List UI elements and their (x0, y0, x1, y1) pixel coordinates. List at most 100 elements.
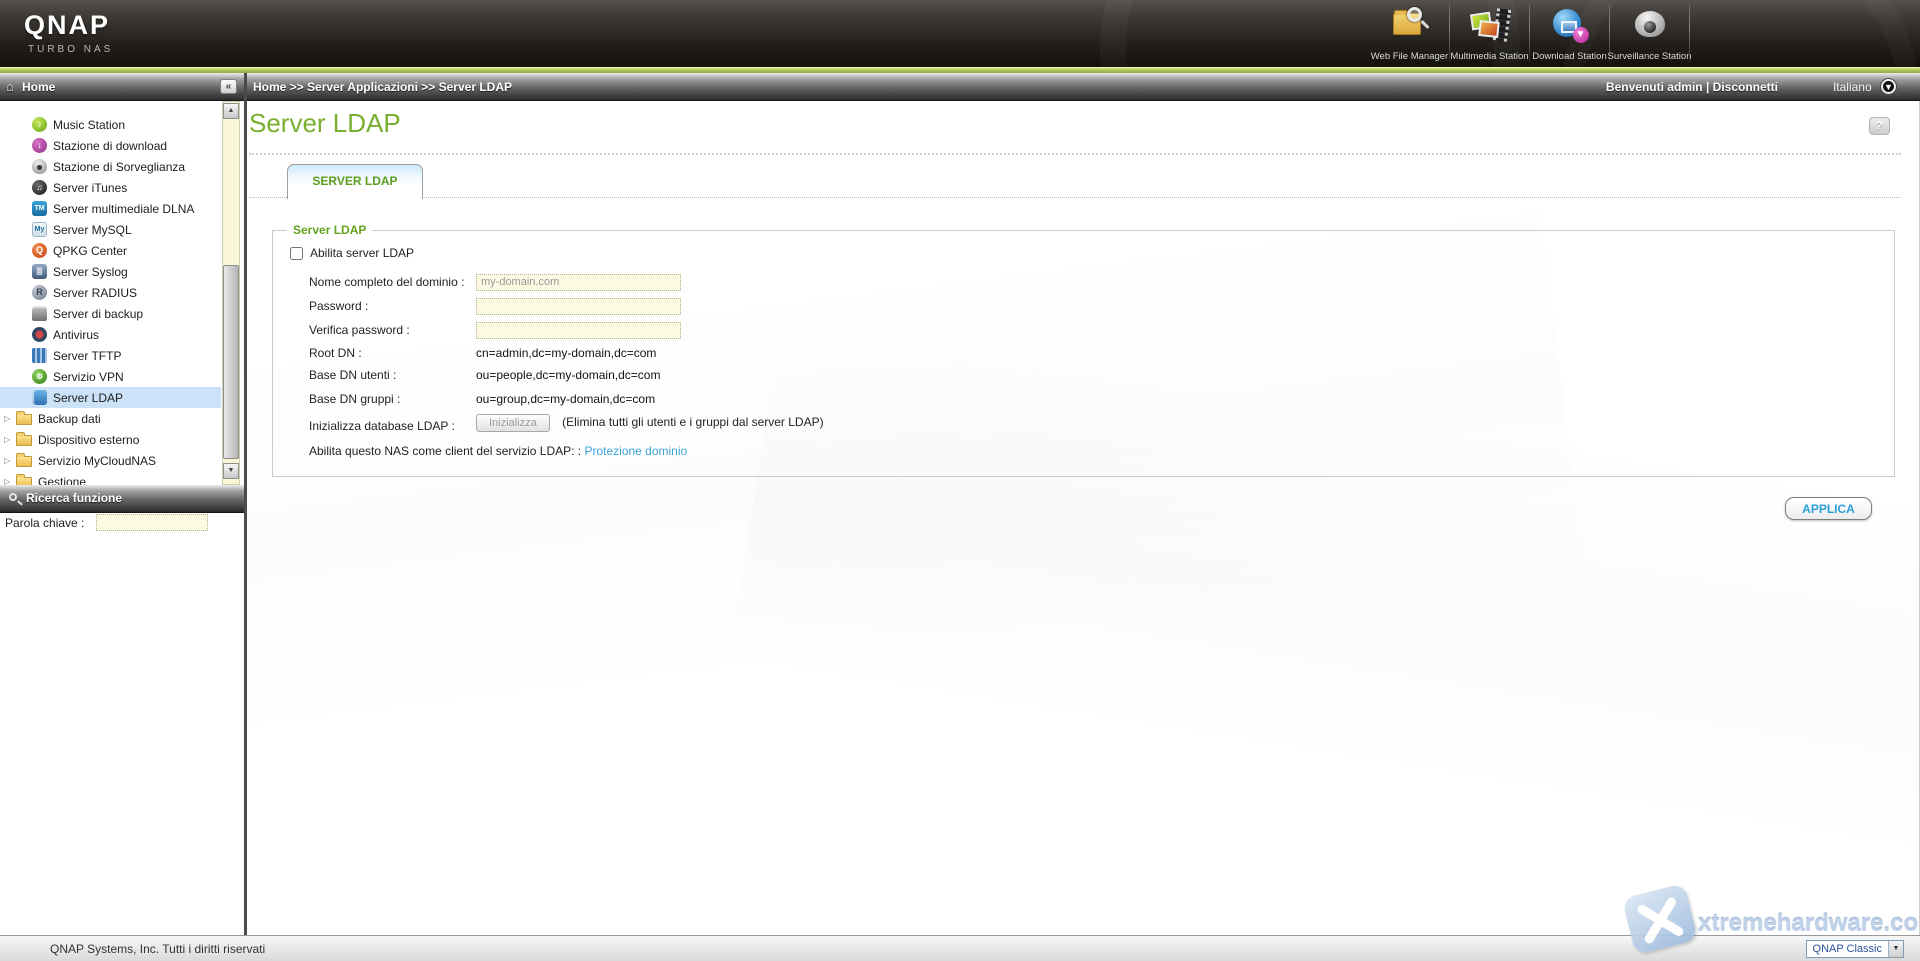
header-separator (1689, 4, 1690, 62)
folder-icon (16, 456, 32, 467)
music-station-icon: ♪ (32, 117, 47, 132)
ldap-client-row: Abilita questo NAS come client del servi… (309, 444, 687, 458)
password-label: Password : (309, 299, 368, 313)
sidebar-collapse-button[interactable]: « (220, 79, 237, 94)
dlna-icon: TM (32, 201, 47, 216)
copyright-text: QNAP Systems, Inc. Tutti i diritti riser… (50, 942, 265, 956)
sidebar-item-stazione-download[interactable]: ↓ Stazione di download (0, 135, 221, 156)
apply-button[interactable]: APPLICA (1785, 497, 1872, 520)
sidebar-item-radius[interactable]: R Server RADIUS (0, 282, 221, 303)
language-label: Italiano (1833, 80, 1872, 94)
theme-select-value: QNAP Classic (1807, 943, 1888, 955)
home-icon: ⌂ (6, 79, 14, 94)
syslog-icon: ≣ (32, 264, 47, 279)
sidebar-folder-backup-dati[interactable]: ▷ Backup dati (0, 408, 221, 429)
apple-icon: ♫ (32, 180, 47, 195)
sidebar-item-sorveglianza[interactable]: Stazione di Sorveglianza (0, 156, 221, 177)
multimedia-station-icon (1467, 5, 1513, 49)
sidebar-scrollbar[interactable]: ▲ ▼ (222, 101, 240, 485)
sidebar-folder-mycloudnas[interactable]: ▷ Servizio MyCloudNAS (0, 450, 221, 471)
search-icon (9, 493, 17, 501)
sidebar-item-ldap-selected[interactable]: Server LDAP (0, 387, 221, 408)
chevron-down-icon[interactable]: ▼ (1881, 79, 1896, 94)
sidebar-item-tftp[interactable]: Server TFTP (0, 345, 221, 366)
expander-icon[interactable]: ▷ (4, 456, 14, 465)
folder-icon (16, 477, 32, 485)
sidebar-item-itunes[interactable]: ♫ Server iTunes (0, 177, 221, 198)
tab-server-ldap[interactable]: SERVER LDAP (287, 164, 423, 199)
footer: QNAP Systems, Inc. Tutti i diritti riser… (0, 935, 1920, 961)
sidebar-item-music-station[interactable]: ♪ Music Station (0, 114, 221, 135)
scroll-down-icon[interactable]: ▼ (223, 463, 239, 479)
logout-link[interactable]: Disconnetti (1713, 80, 1778, 94)
title-divider (249, 153, 1901, 155)
sidebar: ♪ Music Station ↓ Stazione di download S… (0, 101, 244, 935)
sidebar-title: Home (22, 80, 55, 94)
keyword-label: Parola chiave : (5, 516, 84, 530)
welcome-text: Benvenuti admin (1606, 80, 1703, 94)
station-web-file-manager[interactable]: Web File Manager (1370, 2, 1449, 64)
sidebar-folder-gestione[interactable]: ▷ Gestione (0, 471, 221, 485)
antivirus-icon (32, 327, 47, 342)
sidebar-item-qpkg[interactable]: Q QPKG Center (0, 240, 221, 261)
enable-ldap-label: Abilita server LDAP (310, 246, 414, 260)
qnap-logo: QNAP (24, 10, 110, 41)
search-section-title: Ricerca funzione (26, 491, 122, 505)
search-section-bar: Ricerca funzione (0, 485, 244, 513)
verify-password-label: Verifica password : (309, 323, 410, 337)
domain-input[interactable] (476, 274, 681, 291)
base-dn-groups-label: Base DN gruppi : (309, 392, 400, 406)
station-download[interactable]: ▼ Download Station (1530, 2, 1609, 64)
sidebar-item-vpn[interactable]: ⊕ Servizio VPN (0, 366, 221, 387)
scroll-up-icon[interactable]: ▲ (223, 103, 239, 119)
qnap-logo-subtitle: TURBO NAS (28, 44, 113, 55)
welcome-area: Benvenuti admin | Disconnetti (1606, 80, 1778, 94)
sidebar-item-antivirus[interactable]: Antivirus (0, 324, 221, 345)
root-dn-label: Root DN : (309, 346, 362, 360)
initialize-note: (Elimina tutti gli utenti e i gruppi dal… (562, 415, 823, 429)
initialize-button[interactable]: Inizializza (476, 414, 550, 432)
tab-divider (249, 197, 1901, 198)
sidebar-folder-dispositivo-esterno[interactable]: ▷ Dispositivo esterno (0, 429, 221, 450)
base-dn-users-label: Base DN utenti : (309, 368, 396, 382)
root-dn-value: cn=admin,dc=my-domain,dc=com (476, 346, 656, 360)
radius-icon: R (32, 285, 47, 300)
vpn-icon: ⊕ (32, 369, 47, 384)
station-surveillance[interactable]: Surveillance Station (1610, 2, 1689, 64)
help-button[interactable]: ? (1869, 117, 1890, 135)
station-launcher-bar: Web File Manager Multimedia Station ▼ Do… (1370, 2, 1690, 66)
password-input[interactable] (476, 298, 681, 315)
sidebar-item-dlna[interactable]: TM Server multimediale DLNA (0, 198, 221, 219)
breadcrumb-bar: Home >> Server Applicazioni >> Server LD… (247, 73, 1920, 101)
qpkg-icon: Q (32, 243, 47, 258)
sidebar-item-syslog[interactable]: ≣ Server Syslog (0, 261, 221, 282)
welcome-divider: | (1706, 80, 1709, 94)
sidebar-item-backup-server[interactable]: Server di backup (0, 303, 221, 324)
camera-icon (32, 159, 47, 174)
tftp-icon (32, 348, 47, 363)
language-selector[interactable]: Italiano ▼ (1833, 79, 1896, 96)
sidebar-tree: ♪ Music Station ↓ Stazione di download S… (0, 101, 244, 485)
mysql-icon: My (32, 222, 47, 237)
page-title: Server LDAP (249, 108, 401, 139)
init-db-label: Inizializza database LDAP : (309, 419, 455, 433)
domain-security-link[interactable]: Protezione dominio (584, 444, 687, 458)
surveillance-station-icon (1627, 5, 1673, 49)
expander-icon[interactable]: ▷ (4, 435, 14, 444)
keyword-input[interactable] (96, 514, 208, 531)
web-file-manager-icon (1387, 5, 1433, 49)
download-station-icon: ▼ (1547, 5, 1593, 49)
folder-icon (16, 435, 32, 446)
base-dn-groups-value: ou=group,dc=my-domain,dc=com (476, 392, 655, 406)
chevron-down-icon: ▼ (1888, 941, 1903, 957)
folder-icon (16, 414, 32, 425)
base-dn-users-value: ou=people,dc=my-domain,dc=com (476, 368, 660, 382)
enable-ldap-checkbox[interactable] (290, 247, 303, 260)
station-multimedia[interactable]: Multimedia Station (1450, 2, 1529, 64)
expander-icon[interactable]: ▷ (4, 414, 14, 423)
sidebar-item-mysql[interactable]: My Server MySQL (0, 219, 221, 240)
theme-select[interactable]: QNAP Classic ▼ (1806, 940, 1904, 958)
verify-password-input[interactable] (476, 322, 681, 339)
expander-icon[interactable]: ▷ (4, 477, 14, 485)
scrollbar-thumb[interactable] (223, 265, 239, 459)
